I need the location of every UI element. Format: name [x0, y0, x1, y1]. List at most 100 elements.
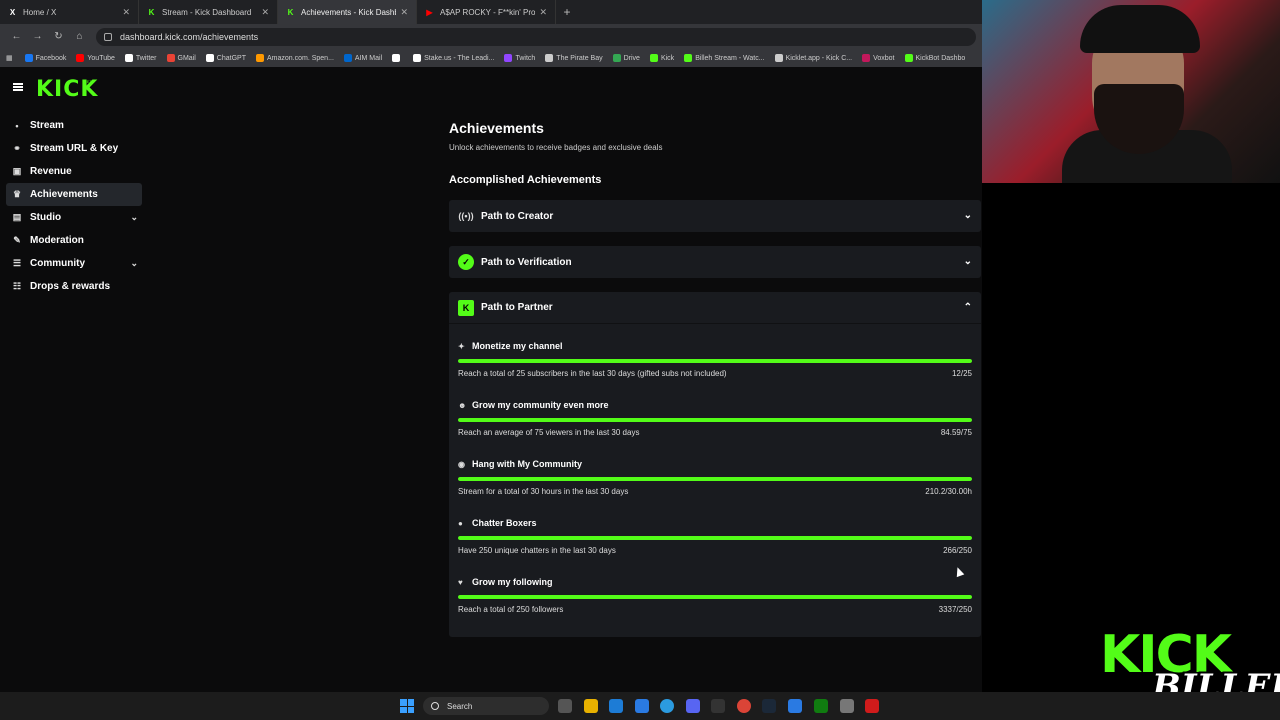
apps-icon[interactable]: ▦ [6, 54, 13, 62]
chevron-down-icon[interactable]: ⌄ [130, 212, 138, 223]
bookmark-icon [545, 54, 554, 62]
broadcast-icon: ◉ [458, 459, 465, 469]
app-icon[interactable] [711, 699, 725, 713]
new-tab-icon[interactable]: + [556, 5, 578, 19]
reload-icon[interactable]: ↻ [48, 31, 69, 42]
sidebar-item-moderation[interactable]: ✎ Moderation [6, 229, 142, 252]
close-icon[interactable]: ✕ [122, 7, 130, 18]
game-app-icon[interactable] [865, 699, 879, 713]
chrome-icon[interactable] [737, 699, 751, 713]
bookmark-icon [255, 54, 264, 62]
card-header[interactable]: K Path to Partner ⌃ [449, 292, 981, 324]
close-icon[interactable]: ✕ [261, 7, 269, 18]
progress-fill [458, 359, 972, 363]
link-icon: ⚭ [13, 143, 21, 153]
task-view-icon[interactable] [558, 699, 572, 713]
chevron-down-icon[interactable]: ⌄ [130, 258, 138, 269]
bookmark-icon [504, 54, 513, 62]
mail-icon[interactable] [635, 699, 649, 713]
bookmark-item[interactable]: ChatGPT [205, 54, 246, 62]
achievement-description: Have 250 unique chatters in the last 30 … [458, 546, 616, 555]
windows-start-icon[interactable] [400, 699, 414, 713]
chevron-down-icon[interactable]: ⌄ [964, 256, 972, 267]
bookmark-item[interactable]: KickBot Dashbo [904, 54, 966, 62]
bookmark-item[interactable]: Amazon.com. Spen... [255, 54, 334, 62]
progress-fill [458, 536, 972, 540]
bookmark-label: Facebook [35, 54, 67, 62]
xbox-icon[interactable] [814, 699, 828, 713]
file-explorer-icon[interactable] [584, 699, 598, 713]
bookmark-label: Voxbot [873, 54, 895, 62]
discord-icon[interactable] [686, 699, 700, 713]
sidebar-item-community[interactable]: ☰ Community ⌄ [6, 252, 142, 275]
wrench-icon: ✎ [13, 235, 21, 245]
achievement-item: ● Chatter Boxers Have 250 unique chatters … [458, 518, 972, 577]
bookmark-item[interactable]: GMail [166, 54, 196, 62]
bookmark-item[interactable]: The Pirate Bay [545, 54, 603, 62]
sidebar-item-stream[interactable]: • Stream [6, 114, 142, 137]
card-path-to-verification[interactable]: ✓ Path to Verification ⌄ [449, 246, 981, 278]
sidebar-item-drops-rewards[interactable]: ☷ Drops & rewards [6, 275, 142, 298]
chevron-up-icon[interactable]: ⌃ [964, 302, 972, 313]
bookmark-item[interactable]: Kick [649, 54, 674, 62]
card-path-to-creator[interactable]: ((•)) Path to Creator ⌄ [449, 200, 981, 232]
menu-icon[interactable] [13, 83, 23, 91]
bookmark-item[interactable]: YouTube [76, 54, 115, 62]
card-title: Path to Creator [481, 210, 554, 222]
browser-tab[interactable]: K Achievements - Kick Dashboard ✕ [278, 0, 417, 24]
card-header[interactable]: ((•)) Path to Creator ⌄ [449, 200, 981, 232]
achievement-title: ✦ Monetize my channel [458, 341, 563, 351]
close-icon[interactable]: ✕ [400, 7, 408, 18]
home-icon[interactable]: ⌂ [69, 31, 90, 42]
heart-icon: ♥ [458, 577, 463, 587]
bookmark-item[interactable]: Billeh Stream - Watc... [684, 54, 765, 62]
tab-label: A$AP ROCKY - F**kin' Prob [440, 7, 536, 17]
browser-tab[interactable]: X Home / X ✕ [0, 0, 139, 24]
bookmark-icon [76, 54, 85, 62]
monitor-icon[interactable] [788, 699, 802, 713]
chevron-down-icon[interactable]: ⌄ [964, 210, 972, 221]
sidebar-item-label: Drops & rewards [30, 281, 111, 292]
taskbar-search[interactable]: Search [423, 697, 549, 715]
edge-icon[interactable] [660, 699, 674, 713]
settings-icon[interactable] [840, 699, 854, 713]
close-icon[interactable]: ✕ [539, 7, 547, 18]
achievement-progress-value: 3337/250 [938, 605, 972, 614]
browser-tab[interactable]: ▶ A$AP ROCKY - F**kin' Prob ✕ [417, 0, 556, 24]
card-header[interactable]: ✓ Path to Verification ⌄ [449, 246, 981, 278]
bookmark-item[interactable]: Facebook [24, 54, 67, 62]
screen: X Home / X ✕ K Stream - Kick Dashboard ✕ K Achi… [0, 0, 1280, 720]
forward-icon[interactable]: → [27, 31, 48, 42]
sidebar-item-revenue[interactable]: ▣ Revenue [6, 160, 142, 183]
trophy-icon: ♛ [12, 189, 22, 199]
bookmark-item[interactable]: Twitch [504, 54, 535, 62]
progress-fill [458, 477, 972, 481]
site-info-icon[interactable] [104, 32, 112, 41]
bookmark-icon [774, 54, 783, 62]
bookmark-item[interactable]: AIM Mail [343, 54, 382, 62]
achievement-title: ◉ Hang with My Community [458, 459, 582, 469]
bookmark-item[interactable]: Kicklet.app - Kick C... [774, 54, 852, 62]
back-icon[interactable]: ← [6, 31, 27, 42]
sidebar-item-studio[interactable]: ▤ Studio ⌄ [6, 206, 142, 229]
browser-tab[interactable]: K Stream - Kick Dashboard ✕ [139, 0, 278, 24]
sidebar-item-stream-url-key[interactable]: ⚭ Stream URL & Key [6, 137, 142, 160]
sidebar-item-achievements[interactable]: ♛ Achievements [6, 183, 142, 206]
bookmark-icon [413, 54, 422, 62]
url-field[interactable]: dashboard.kick.com/achievements [96, 27, 976, 46]
bookmark-label: KickBot Dashbo [915, 54, 966, 62]
bookmark-icon [862, 54, 871, 62]
sidebar-item-label: Achievements [30, 189, 98, 200]
achievement-description: Reach a total of 25 subscribers in the l… [458, 369, 727, 378]
store-icon[interactable] [609, 699, 623, 713]
steam-icon[interactable] [762, 699, 776, 713]
x-logo-icon: X [9, 7, 16, 17]
sidebar-item-label: Stream [30, 120, 64, 131]
bookmark-item[interactable]: Stake.us - The Leadi... [413, 54, 494, 62]
bookmark-item[interactable]: Twitter [124, 54, 157, 62]
card-title: Path to Partner [481, 302, 553, 313]
bookmark-item[interactable]: Drive [612, 54, 640, 62]
bookmark-item[interactable] [392, 54, 403, 62]
kick-dashboard-page: KICK BETA • Stream ⚭ Stream URL & Key ▣ Reven… [0, 67, 982, 692]
bookmark-item[interactable]: Voxbot [862, 54, 895, 62]
